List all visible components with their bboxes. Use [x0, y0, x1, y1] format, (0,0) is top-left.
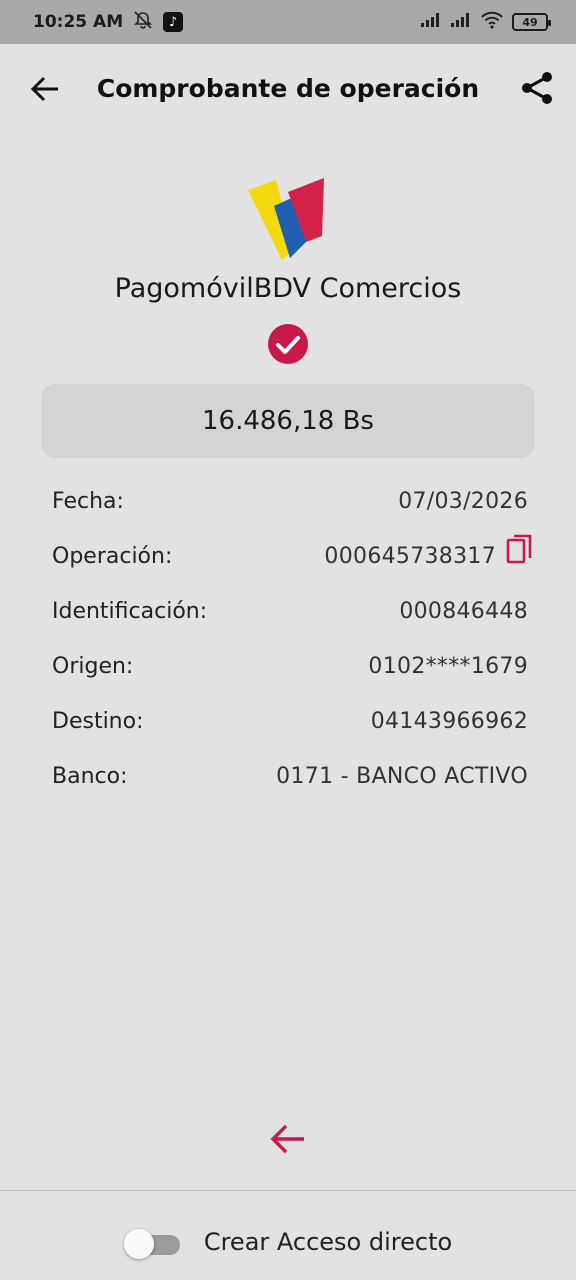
divider [0, 1190, 576, 1191]
wifi-icon [480, 11, 504, 34]
copy-icon[interactable] [506, 534, 534, 566]
tiktok-icon: ♪ [163, 12, 184, 32]
fecha-value: 07/03/2026 [398, 489, 528, 514]
banco-value: 0171 - BANCO ACTIVO [276, 764, 528, 789]
bell-off-icon [133, 10, 153, 35]
signal-icon [420, 12, 442, 33]
detail-label: Fecha: [52, 489, 124, 514]
brand-name: PagomóvilBDV Comercios [114, 273, 462, 304]
toggle-thumb [123, 1229, 154, 1259]
operation-details: Fecha: 07/03/2026 Operación: 00064573831… [52, 474, 532, 804]
detail-row-origen: Origen: 0102****1679 [52, 639, 528, 694]
bdv-logo [244, 176, 328, 262]
detail-label: Identificación: [52, 599, 208, 624]
detail-value: 04143966962 [371, 709, 528, 734]
detail-row-banco: Banco: 0171 - BANCO ACTIVO [52, 749, 528, 804]
detail-label: Operación: [52, 544, 173, 569]
detail-value: 000846448 [399, 599, 528, 624]
detail-value: 07/03/2026 [398, 489, 528, 514]
origen-value: 0102****1679 [368, 654, 528, 679]
signal-icon [450, 12, 472, 33]
detail-row-fecha: Fecha: 07/03/2026 [52, 474, 528, 529]
shortcut-label: Crear Acceso directo [203, 1228, 453, 1256]
battery-icon: 49 [512, 13, 551, 31]
status-bar: 10:25 AM ♪ 49 [0, 0, 576, 44]
shortcut-row: Crear Acceso directo [0, 1212, 576, 1272]
detail-label: Banco: [52, 764, 128, 789]
amount-card: 16.486,18 Bs [41, 384, 535, 458]
detail-value: 0102****1679 [368, 654, 528, 679]
detail-row-destino: Destino: 04143966962 [52, 694, 528, 749]
share-icon[interactable] [520, 70, 554, 106]
identificacion-value: 000846448 [399, 599, 528, 624]
detail-label: Destino: [52, 709, 144, 734]
battery-level: 49 [522, 15, 538, 29]
arrow-left-icon[interactable] [268, 1120, 308, 1158]
detail-row-identificacion: Identificación: 000846448 [52, 584, 528, 639]
page-title: Comprobante de operación [96, 74, 480, 103]
shortcut-toggle[interactable] [123, 1227, 182, 1259]
amount-value: 16.486,18 Bs [202, 406, 374, 436]
detail-value: 000645738317 [324, 534, 532, 569]
status-time: 10:25 AM [33, 12, 124, 32]
check-circle-icon [267, 323, 309, 365]
app-header: Comprobante de operación [0, 44, 576, 136]
operacion-value: 000645738317 [324, 544, 496, 569]
detail-row-operacion: Operación: 000645738317 [52, 529, 532, 584]
detail-label: Origen: [52, 654, 134, 679]
destino-value: 04143966962 [370, 709, 528, 734]
detail-value: 0171 - BANCO ACTIVO [276, 764, 528, 789]
